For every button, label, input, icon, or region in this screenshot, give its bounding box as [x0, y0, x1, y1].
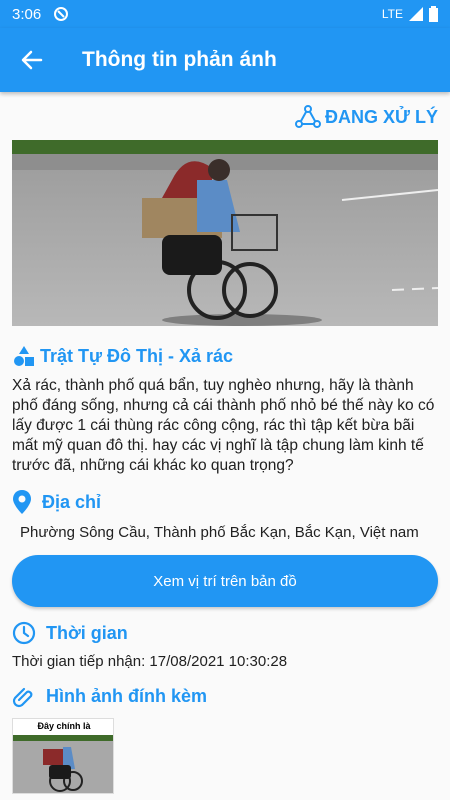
thumbnail-caption: Đây chính là [37, 721, 91, 731]
app-bar: Thông tin phản ánh [0, 28, 450, 92]
time-header: Thời gian [12, 621, 438, 645]
status-time: 3:06 [12, 5, 42, 23]
status-bar: 3:06 LTE [0, 0, 450, 28]
clock-icon [12, 621, 36, 645]
category-title: Trật Tự Đô Thị - Xả rác [40, 345, 234, 366]
status-label: ĐANG XỬ LÝ [325, 106, 438, 127]
paperclip-icon [12, 687, 33, 708]
attachment-thumbnail[interactable]: Đây chính là [12, 718, 114, 794]
battery-icon [429, 6, 438, 22]
address-title: Địa chỉ [42, 491, 102, 512]
workflow-icon [295, 105, 322, 128]
category-icon [14, 346, 34, 366]
address-value: Phường Sông Cầu, Thành phố Bắc Kạn, Bắc … [20, 524, 419, 541]
network-label: LTE [381, 7, 403, 21]
report-status: ĐANG XỬ LÝ [12, 104, 438, 130]
app-notification-icon [54, 7, 69, 21]
view-map-button[interactable]: Xem vị trí trên bản đồ [12, 555, 438, 607]
signal-icon [409, 7, 423, 21]
report-description: Xả rác, thành phố quá bẩn, tuy nghèo như… [12, 377, 435, 474]
time-title: Thời gian [46, 622, 128, 643]
report-detail: ĐANG XỬ LÝ Trật Tự Đô Thị - Xả rác Xả rá… [0, 92, 450, 800]
arrow-back-icon [21, 50, 43, 70]
address-header: Địa chỉ [12, 490, 438, 514]
report-photo[interactable] [12, 140, 438, 326]
attachments-title: Hình ảnh đính kèm [46, 685, 208, 706]
attachments-header: Hình ảnh đính kèm [12, 684, 438, 708]
page-title: Thông tin phản ánh [82, 48, 277, 71]
received-time: Thời gian tiếp nhận: 17/08/2021 10:30:28 [12, 653, 288, 670]
report-photo-image [12, 140, 438, 326]
location-pin-icon [13, 490, 31, 514]
back-button[interactable] [0, 28, 64, 92]
category-row: Trật Tự Đô Thị - Xả rác [12, 344, 438, 368]
